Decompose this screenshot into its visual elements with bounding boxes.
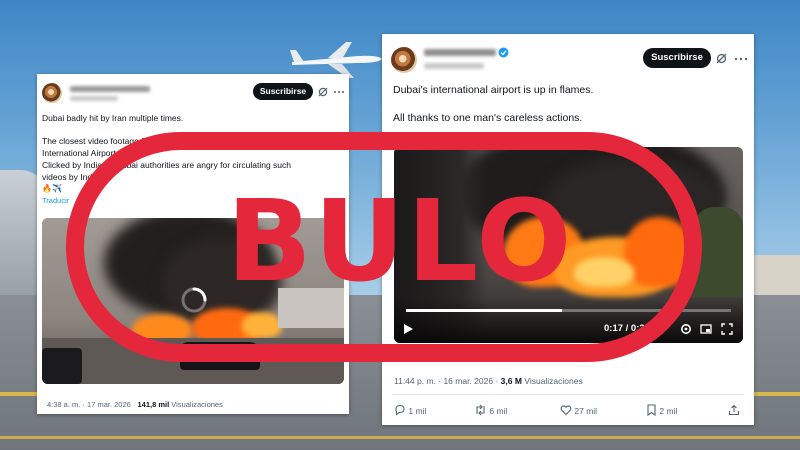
like-button[interactable]: 27 mil (560, 404, 597, 416)
engagement-bar: 1 mil 6 mil 27 mil 2 mil (392, 404, 748, 420)
reply-icon (395, 404, 405, 416)
timestamp-text[interactable]: 11:44 p. m. · 16 mar. 2026 (394, 376, 493, 386)
post-text-line: All thanks to one man's careless actions… (393, 112, 583, 124)
views-count: 141,8 mil (137, 400, 170, 409)
timestamp-text[interactable]: 4:38 a. m. · 17 mar. 2026 (47, 400, 131, 409)
pip-icon[interactable] (700, 323, 712, 335)
avatar[interactable] (42, 83, 62, 103)
repost-button[interactable]: 6 mil (474, 404, 507, 416)
blurred-username (70, 86, 150, 92)
repost-icon (476, 404, 485, 416)
more-options-icon[interactable] (333, 90, 345, 94)
avatar[interactable] (391, 47, 417, 73)
post-timestamp: 4:38 a. m. · 17 mar. 2026 · 141,8 mil Vi… (47, 400, 223, 409)
like-count: 27 mil (574, 406, 598, 416)
divider (392, 394, 744, 395)
blurred-handle (70, 96, 118, 101)
views-count: 3,6 M (500, 376, 522, 386)
subscribe-button[interactable]: Suscribirse (643, 48, 711, 68)
blurred-handle (424, 63, 484, 69)
post-text-line: Dubai badly hit by Iran multiple times. (42, 113, 184, 123)
views-label: Visualizaciones (171, 400, 223, 409)
reply-count: 1 mil (408, 406, 427, 416)
bulo-stamp-text: BULO (226, 177, 574, 307)
views-label: Visualizaciones (524, 376, 583, 386)
repost-count: 6 mil (489, 406, 508, 416)
bookmark-count: 2 mil (659, 406, 678, 416)
post-timestamp: 11:44 p. m. · 16 mar. 2026 · 3,6 M Visua… (394, 376, 583, 386)
more-options-icon[interactable] (734, 57, 748, 61)
subscribe-button[interactable]: Suscribirse (253, 83, 313, 100)
bookmark-button[interactable]: 2 mil (646, 404, 678, 417)
reply-button[interactable]: 1 mil (394, 404, 426, 416)
share-icon[interactable] (728, 404, 740, 416)
grok-icon[interactable] (716, 53, 727, 64)
bookmark-icon (647, 404, 656, 417)
verified-badge-icon (498, 47, 509, 58)
fullscreen-icon[interactable] (721, 323, 733, 335)
car (42, 348, 82, 384)
post-text-line: Dubai's international airport is up in f… (393, 84, 594, 96)
grok-icon[interactable] (318, 87, 328, 97)
settings-icon[interactable] (680, 323, 692, 335)
blurred-username (424, 49, 496, 56)
like-icon (560, 405, 572, 416)
runway-marking (0, 436, 800, 439)
